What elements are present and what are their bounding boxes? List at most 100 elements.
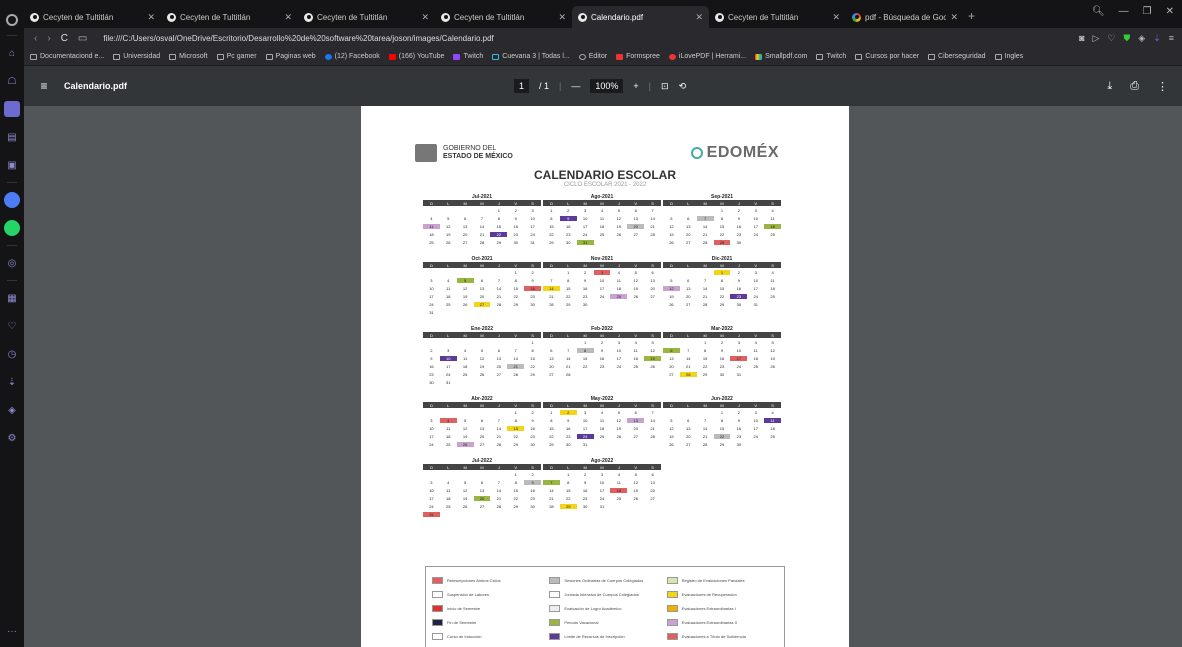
bookmark-item[interactable]: Cuevana 3 | Todas l... [492, 53, 570, 60]
speed-dial-icon[interactable]: ⌂ [4, 45, 20, 61]
day-cell: 30 [736, 441, 742, 447]
minimize-icon[interactable]: — [1119, 6, 1129, 17]
bookmark-item[interactable]: Twitch [816, 53, 846, 60]
page-number-input[interactable]: 1 [514, 79, 530, 93]
bookmark-item[interactable]: Cursos por hacer [855, 53, 919, 60]
maximize-icon[interactable]: ❐ [1143, 6, 1152, 17]
bookmark-item[interactable]: (166) YouTube [388, 53, 444, 60]
close-window-icon[interactable]: ✕ [1166, 6, 1174, 17]
vpn-shield-icon[interactable]: ⛊ [1124, 33, 1131, 44]
player-icon[interactable]: ◎ [4, 255, 20, 271]
rotate-icon[interactable]: ⟲ [679, 81, 687, 92]
day-cell: 25 [462, 371, 468, 377]
folder-icon [816, 53, 824, 60]
tab[interactable]: Cecyten de Tultitlán ✕ [161, 6, 298, 28]
easy-setup-icon[interactable]: ≡ [1169, 33, 1174, 44]
bookmark-item[interactable]: Documentaciond e... [30, 53, 104, 60]
pdf-viewer[interactable]: GOBIERNO DEL ESTADO DE MÉXICO EDOMÉX CALE… [24, 106, 1182, 647]
bookmark-item[interactable]: Ingles [994, 53, 1023, 60]
bookmark-item[interactable]: Ciberseguridad [928, 53, 986, 60]
back-icon[interactable]: ‹ [34, 33, 37, 44]
more-icon[interactable]: ··· [4, 623, 20, 639]
bookmark-item[interactable]: iLovePDF | Herrami... [668, 53, 746, 60]
flow-icon[interactable]: ▤ [4, 129, 20, 145]
bookmark-item[interactable]: Pc gamer [216, 53, 257, 60]
reload-icon[interactable]: C [61, 33, 68, 44]
close-icon[interactable]: ✕ [147, 12, 155, 23]
print-icon[interactable]: ⎙ [1130, 80, 1139, 93]
new-tab-button[interactable]: + [968, 9, 975, 23]
search-tabs-icon[interactable]: 🔍︎ [1092, 6, 1105, 17]
forward-icon[interactable]: › [47, 33, 50, 44]
history-icon[interactable]: ◷ [4, 346, 20, 362]
easy-setup-icon[interactable]: ☖ [4, 73, 20, 89]
bookmark-item[interactable]: Universidad [113, 53, 160, 60]
bookmark-item[interactable]: (12) Facebook [324, 53, 380, 60]
day-cell: 17 [582, 223, 588, 229]
weekday-label: M [720, 200, 724, 206]
close-icon[interactable]: ✕ [558, 12, 566, 23]
download-icon[interactable]: ⇣ [1153, 33, 1161, 44]
day-cell: 18 [446, 293, 451, 299]
day-cell: 7 [704, 277, 707, 283]
day-cell: 10 [429, 285, 434, 291]
divider [7, 280, 17, 281]
tab[interactable]: Cecyten de Tultitlán ✕ [709, 6, 846, 28]
tab[interactable]: Cecyten de Tultitlán ✕ [298, 6, 435, 28]
opera-logo-icon[interactable] [6, 14, 18, 26]
extensions-icon[interactable]: ▦ [4, 290, 20, 306]
tab[interactable]: Cecyten de Tultitlán ✕ [435, 6, 572, 28]
weekday-label: D [429, 200, 433, 206]
bookmark-item[interactable]: Microsoft [169, 53, 208, 60]
heart-icon[interactable]: ♡ [1107, 33, 1115, 44]
weekday-label: J [617, 332, 620, 338]
zoom-in-button[interactable]: + [633, 81, 638, 91]
wallet-icon[interactable]: ◈ [1138, 33, 1145, 44]
tab-active[interactable]: Calendario.pdf ✕ [572, 6, 709, 28]
day-cell: 3 [754, 409, 757, 415]
more-options-icon[interactable]: ⋮ [1157, 80, 1168, 93]
send-icon[interactable]: ▷ [1093, 33, 1100, 44]
close-icon[interactable]: ✕ [695, 12, 703, 23]
legend-item: Evaluación de Logro Académico [549, 601, 660, 615]
weekday-label: L [687, 200, 690, 206]
messenger-icon[interactable] [4, 192, 20, 208]
close-icon[interactable]: ✕ [832, 12, 840, 23]
downloads-icon[interactable]: ⇣ [4, 374, 20, 390]
download-icon[interactable]: ⤓ [1107, 80, 1112, 93]
close-icon[interactable]: ✕ [421, 12, 429, 23]
legend-swatch [549, 590, 561, 598]
bookmark-item[interactable]: Editor [578, 53, 607, 60]
day-cell: 27 [549, 371, 554, 377]
day-cell: 8 [567, 479, 570, 485]
day-cell: 2 [737, 409, 740, 415]
wallet-icon[interactable]: ▣ [4, 157, 20, 173]
bookmark-item[interactable]: Paginas web [265, 53, 316, 60]
zoom-input[interactable]: 100% [590, 79, 624, 93]
day-cell: 31 [753, 301, 758, 307]
settings-icon[interactable]: ⚙ [4, 430, 20, 446]
url-field[interactable]: file:///C:/Users/osval/OneDrive/Escritor… [97, 34, 1079, 43]
day-cell: 23 [736, 433, 742, 439]
aria-icon[interactable]: ◈ [4, 402, 20, 418]
favorites-icon[interactable]: ♡ [4, 318, 20, 334]
tab[interactable]: pdf - Búsqueda de Google✕ [846, 6, 964, 28]
bookmark-item[interactable]: Formspree [616, 53, 660, 60]
day-cell: 6 [550, 347, 553, 353]
menu-icon[interactable]: ≡ [24, 79, 64, 93]
camera-icon[interactable]: ◙ [1079, 33, 1084, 44]
day-cell: 21 [496, 495, 502, 501]
zoom-out-button[interactable]: — [571, 81, 580, 91]
close-icon[interactable]: ✕ [284, 12, 292, 23]
tab[interactable]: Cecyten de Tultitlán ✕ [24, 6, 161, 28]
day-cell: 20 [462, 231, 468, 237]
bookmark-item[interactable]: Twitch [453, 53, 483, 60]
workspaces-icon[interactable] [4, 101, 20, 117]
fit-page-icon[interactable]: ⊡ [661, 81, 669, 92]
day-cell: 12 [633, 479, 638, 485]
day-cell: 22 [719, 231, 725, 237]
whatsapp-icon[interactable] [4, 220, 20, 236]
close-icon[interactable]: ✕ [950, 12, 958, 23]
bookmark-item[interactable]: Smallpdf.com [755, 53, 807, 60]
day-cell: 4 [617, 269, 620, 275]
